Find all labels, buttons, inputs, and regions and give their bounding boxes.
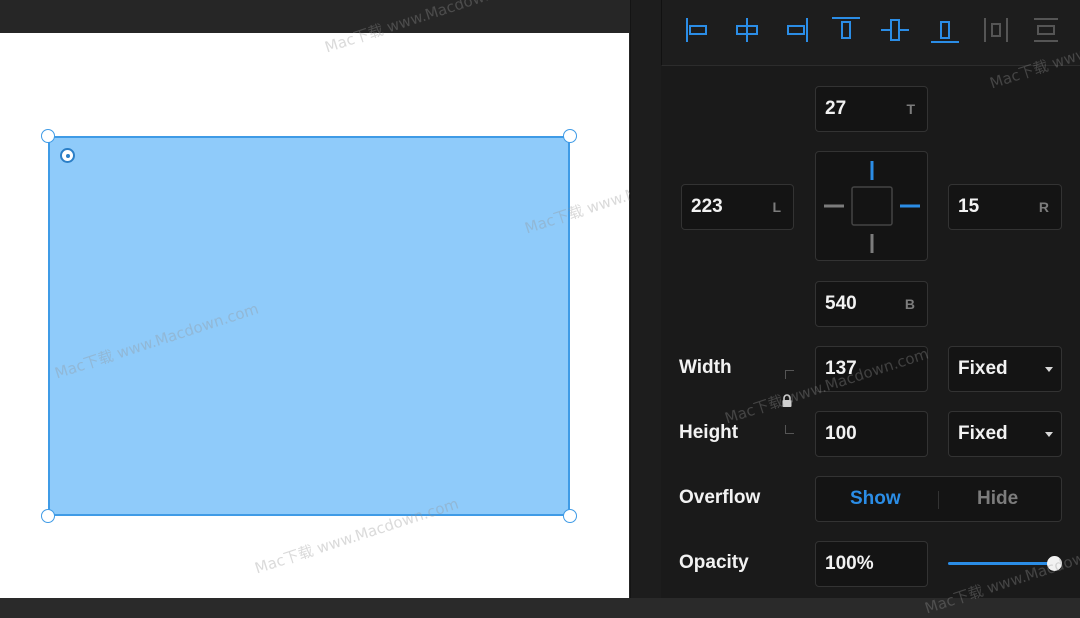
height-mode-value: Fixed bbox=[958, 423, 1008, 444]
opacity-value: 100% bbox=[825, 553, 874, 574]
top-offset-field[interactable]: 27 T bbox=[815, 86, 928, 132]
opacity-label: Opacity bbox=[679, 552, 749, 573]
align-top-icon[interactable] bbox=[830, 14, 862, 46]
left-offset-value: 223 bbox=[691, 196, 723, 217]
alignment-toolbar bbox=[661, 0, 1080, 66]
bottom-offset-value: 540 bbox=[825, 293, 857, 314]
segment-divider bbox=[938, 491, 939, 509]
opacity-slider-track[interactable] bbox=[948, 562, 1056, 565]
lock-bracket bbox=[785, 370, 794, 379]
lock-bracket bbox=[785, 425, 794, 434]
selected-rectangle[interactable] bbox=[48, 136, 570, 516]
distribute-vertical-icon[interactable] bbox=[1030, 14, 1062, 46]
top-offset-value: 27 bbox=[825, 98, 847, 119]
right-offset-field[interactable]: 15 R bbox=[948, 184, 1062, 230]
height-mode-select[interactable]: Fixed bbox=[948, 411, 1062, 457]
width-mode-value: Fixed bbox=[958, 358, 1008, 379]
align-vertical-center-icon[interactable] bbox=[879, 14, 911, 46]
height-label: Height bbox=[679, 422, 739, 443]
chevron-down-icon bbox=[1045, 432, 1053, 437]
resize-handle-bottom-right[interactable] bbox=[563, 509, 577, 523]
align-left-icon[interactable] bbox=[682, 14, 714, 46]
right-offset-suffix: R bbox=[1038, 199, 1049, 215]
overflow-hide-option[interactable]: Hide bbox=[977, 488, 1018, 510]
left-offset-suffix: L bbox=[772, 199, 781, 215]
height-value: 100 bbox=[825, 423, 857, 444]
resize-handle-top-right[interactable] bbox=[563, 129, 577, 143]
chevron-down-icon bbox=[1045, 367, 1053, 372]
bottom-offset-suffix: B bbox=[904, 296, 915, 312]
align-bottom-icon[interactable] bbox=[929, 14, 961, 46]
overflow-label: Overflow bbox=[679, 487, 761, 508]
width-mode-select[interactable]: Fixed bbox=[948, 346, 1062, 392]
width-input[interactable]: 137 bbox=[815, 346, 928, 392]
overflow-segmented-control: Show Hide bbox=[815, 476, 1062, 522]
aspect-lock-icon[interactable] bbox=[780, 393, 794, 409]
align-right-icon[interactable] bbox=[780, 14, 812, 46]
resize-handle-bottom-left[interactable] bbox=[41, 509, 55, 523]
canvas-area[interactable]: Mac下载 www.Macdown.com Mac下载 www.Macdown.… bbox=[0, 0, 731, 598]
distribute-horizontal-icon[interactable] bbox=[980, 14, 1012, 46]
width-label: Width bbox=[679, 357, 732, 378]
align-horizontal-center-icon[interactable] bbox=[731, 14, 763, 46]
width-value: 137 bbox=[825, 358, 857, 379]
resize-handle-top-left[interactable] bbox=[41, 129, 55, 143]
left-offset-field[interactable]: 223 L bbox=[681, 184, 794, 230]
right-offset-value: 15 bbox=[958, 196, 980, 217]
constraints-widget[interactable] bbox=[815, 151, 928, 261]
overflow-show-option[interactable]: Show bbox=[850, 488, 901, 510]
constraints-icon bbox=[824, 161, 920, 253]
height-input[interactable]: 100 bbox=[815, 411, 928, 457]
panel-gutter bbox=[630, 0, 661, 598]
opacity-slider-knob[interactable] bbox=[1047, 556, 1062, 571]
opacity-input[interactable]: 100% bbox=[815, 541, 928, 587]
bottom-offset-field[interactable]: 540 B bbox=[815, 281, 928, 327]
top-offset-suffix: T bbox=[906, 101, 915, 117]
origin-point-icon[interactable] bbox=[60, 148, 75, 163]
